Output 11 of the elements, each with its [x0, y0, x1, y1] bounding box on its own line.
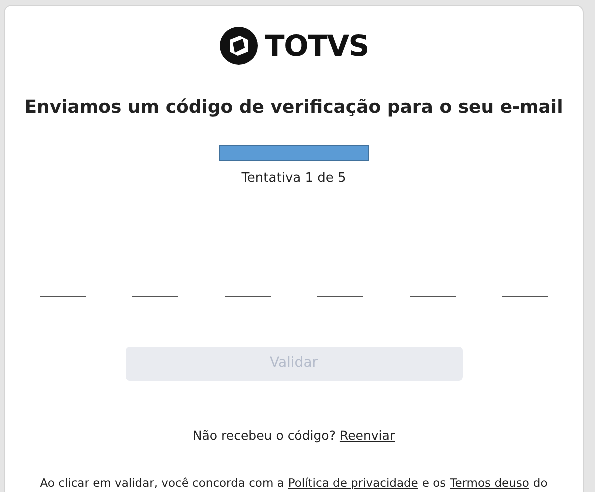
terms-text: e os: [422, 475, 446, 492]
terms-link[interactable]: Termos deuso: [450, 475, 530, 492]
terms-link[interactable]: Política de privacidade: [288, 475, 418, 492]
logo-icon: [219, 26, 260, 66]
terms-text: Ao clicar em validar, você concorda com a: [40, 475, 284, 492]
attempt-counter: Tentativa 1 de 5: [242, 170, 346, 188]
logo-wordmark: TOTVS: [265, 32, 369, 60]
resend-prompt: Não recebeu o código?: [192, 426, 336, 445]
resend-link[interactable]: Reenviar: [340, 426, 396, 446]
page-title: Enviamos um código de verificação para o seu e-mail: [24, 96, 564, 120]
terms-text: do: [533, 475, 548, 492]
